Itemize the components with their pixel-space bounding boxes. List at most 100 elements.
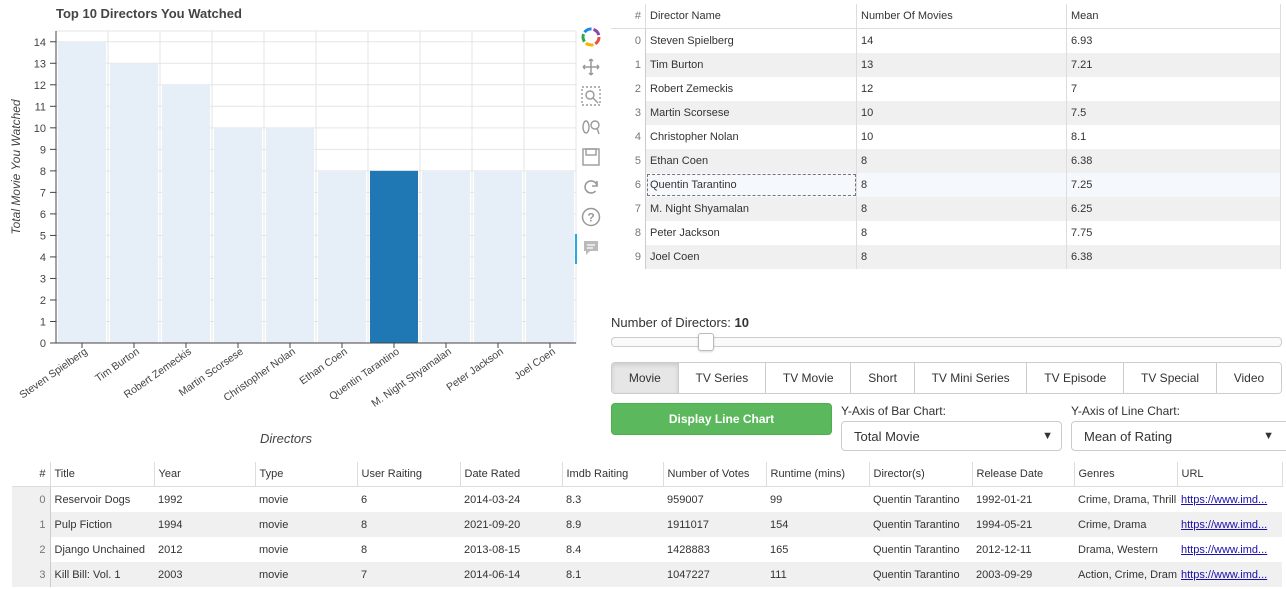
table-cell[interactable]: 6.38	[1066, 245, 1281, 269]
column-header[interactable]: Runtime (mins)	[766, 462, 870, 487]
table-cell[interactable]: 8.9	[562, 512, 663, 537]
table-cell[interactable]: 2003	[154, 562, 255, 587]
column-header[interactable]: #	[611, 4, 646, 29]
column-header[interactable]: Year	[154, 462, 256, 487]
table-row[interactable]: 9 Joel Coen 8 6.38	[611, 245, 1281, 269]
row-index[interactable]: 0	[611, 28, 646, 53]
display-line-chart-button[interactable]: Display Line Chart	[611, 403, 832, 435]
table-cell[interactable]: 6.25	[1066, 197, 1281, 221]
url-link[interactable]: https://www.imd...	[1177, 537, 1282, 562]
box-zoom-icon[interactable]	[580, 85, 602, 107]
column-header[interactable]: Imdb Raiting	[562, 462, 664, 487]
table-cell[interactable]: 2012	[154, 537, 255, 562]
column-header[interactable]: Date Rated	[460, 462, 563, 487]
url-link[interactable]: https://www.imd...	[1177, 512, 1282, 537]
slider-handle[interactable]	[697, 333, 714, 351]
table-cell[interactable]: Steven Spielberg	[645, 28, 857, 53]
column-header[interactable]: #	[12, 462, 51, 487]
table-cell[interactable]: 154	[766, 512, 869, 537]
table-cell[interactable]: 7.75	[1066, 221, 1281, 245]
tab-tv-series[interactable]: TV Series	[678, 363, 767, 393]
bar[interactable]	[318, 170, 366, 343]
table-cell[interactable]: 1428883	[663, 537, 766, 562]
table-cell[interactable]: 8	[856, 221, 1067, 245]
bar-chart[interactable]: 01234567891011121314Steven Spielberg Tim …	[0, 25, 580, 450]
director-table[interactable]: # Director Name Number Of Movies Mean 0S…	[611, 4, 1281, 269]
bar[interactable]	[474, 170, 522, 343]
table-row[interactable]: 1 Tim Burton 13 7.21	[611, 53, 1281, 77]
row-index[interactable]: 1	[12, 512, 51, 537]
table-cell[interactable]: movie	[255, 487, 357, 513]
column-header[interactable]: User Raiting	[357, 462, 461, 487]
row-index[interactable]: 2	[12, 537, 51, 562]
row-index[interactable]: 6	[611, 173, 646, 197]
column-header[interactable]: Title	[50, 462, 155, 487]
bar[interactable]	[162, 84, 210, 344]
table-row[interactable]: 8 Peter Jackson 8 7.75	[611, 221, 1281, 245]
table-cell[interactable]: Drama, Western	[1074, 537, 1177, 562]
table-cell[interactable]: 6.93	[1066, 28, 1281, 53]
table-cell[interactable]: Robert Zemeckis	[645, 77, 857, 101]
table-row[interactable]: 2 Django Unchained 2012 movie 8 2013-08-15 8.4…	[12, 537, 1282, 562]
table-cell[interactable]: 1911017	[663, 512, 766, 537]
tab-tv-movie[interactable]: TV Movie	[766, 363, 852, 393]
table-cell[interactable]: 99	[766, 487, 869, 513]
url-link[interactable]: https://www.imd...	[1177, 487, 1282, 513]
tab-short[interactable]: Short	[851, 363, 915, 393]
table-cell[interactable]: 14	[856, 28, 1067, 53]
table-cell[interactable]: M. Night Shyamalan	[645, 197, 857, 221]
table-cell[interactable]: 1994	[154, 512, 255, 537]
row-index[interactable]: 3	[611, 101, 646, 125]
table-cell[interactable]: Martin Scorsese	[645, 101, 857, 125]
table-row[interactable]: 3 Martin Scorsese 10 7.5	[611, 101, 1281, 125]
table-cell[interactable]: 7.5	[1066, 101, 1281, 125]
table-cell[interactable]: 1994-05-21	[972, 512, 1074, 537]
table-cell[interactable]: movie	[255, 537, 357, 562]
table-cell[interactable]: Crime, Drama, Thrill	[1074, 487, 1177, 513]
table-cell[interactable]: Action, Crime, Dram	[1074, 562, 1177, 587]
row-index[interactable]: 9	[611, 245, 646, 269]
bar[interactable]	[266, 127, 314, 344]
table-row[interactable]: 3 Kill Bill: Vol. 1 2003 movie 7 2014-06-14 8.…	[12, 562, 1282, 587]
column-header[interactable]: Number Of Movies	[856, 4, 1067, 29]
table-cell[interactable]: 1992-01-21	[972, 487, 1074, 513]
table-cell[interactable]: Quentin Tarantino	[869, 562, 972, 587]
table-cell[interactable]: 2014-03-24	[460, 487, 562, 513]
table-cell[interactable]: Ethan Coen	[645, 149, 857, 173]
table-row[interactable]: 6 Quentin Tarantino 8 7.25	[611, 173, 1281, 197]
column-header[interactable]: URL	[1177, 462, 1283, 487]
table-cell[interactable]: 1047227	[663, 562, 766, 587]
table-cell[interactable]: Joel Coen	[645, 245, 857, 269]
tab-video[interactable]: Video	[1216, 363, 1281, 393]
bar[interactable]	[110, 63, 158, 343]
bar[interactable]	[58, 41, 106, 344]
table-cell[interactable]: Peter Jackson	[645, 221, 857, 245]
table-row[interactable]: 4 Christopher Nolan 10 8.1	[611, 125, 1281, 149]
row-index[interactable]: 2	[611, 77, 646, 101]
table-cell[interactable]: 2003-09-29	[972, 562, 1074, 587]
bar[interactable]	[526, 170, 574, 343]
bar[interactable]	[422, 170, 470, 343]
hover-icon[interactable]	[580, 237, 602, 259]
table-cell[interactable]: Reservoir Dogs	[50, 487, 154, 513]
table-cell[interactable]: 7.21	[1066, 53, 1281, 77]
table-cell[interactable]: Tim Burton	[645, 53, 857, 77]
table-cell[interactable]: 165	[766, 537, 869, 562]
table-cell[interactable]: 8.4	[562, 537, 663, 562]
column-header[interactable]: Release Date	[972, 462, 1075, 487]
table-cell[interactable]: 959007	[663, 487, 766, 513]
row-index[interactable]: 5	[611, 149, 646, 173]
table-cell[interactable]: movie	[255, 512, 357, 537]
table-cell[interactable]: 8.1	[562, 562, 663, 587]
table-cell[interactable]: movie	[255, 562, 357, 587]
tab-movie[interactable]: Movie	[612, 363, 679, 393]
table-cell[interactable]: 8	[357, 512, 460, 537]
table-cell[interactable]: 2013-08-15	[460, 537, 562, 562]
line-y-axis-select[interactable]: Mean of Rating ▼	[1071, 421, 1286, 451]
column-header[interactable]: Director Name	[645, 4, 857, 29]
table-cell[interactable]: 8	[856, 245, 1067, 269]
bar-y-axis-select[interactable]: Total Movie ▼	[841, 421, 1062, 451]
bar[interactable]	[214, 127, 262, 344]
tab-tv-special[interactable]: TV Special	[1124, 363, 1217, 393]
table-cell[interactable]: 7	[1066, 77, 1281, 101]
